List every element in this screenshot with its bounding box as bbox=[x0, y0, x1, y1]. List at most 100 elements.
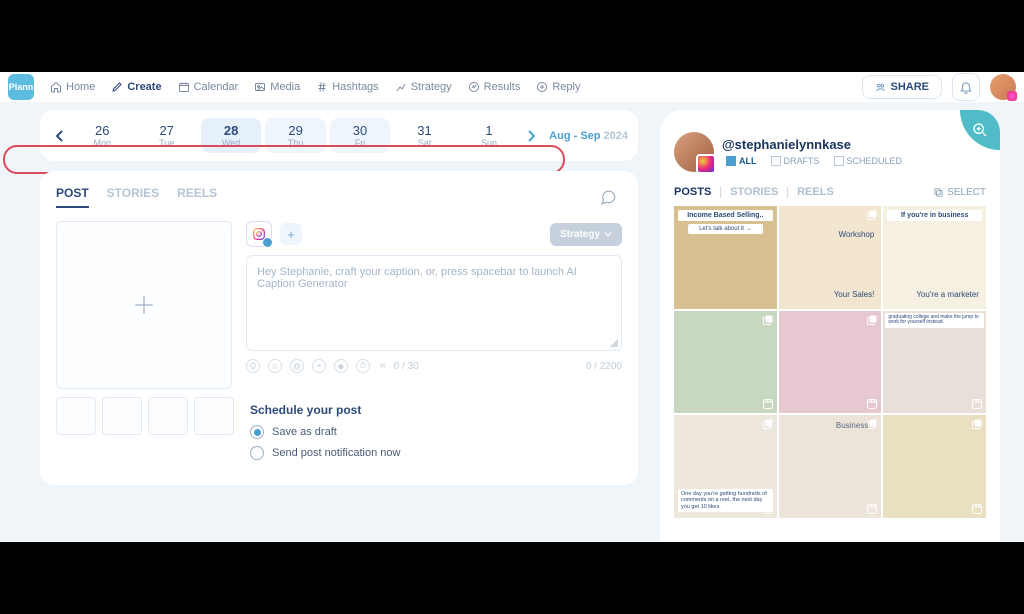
filter-all[interactable]: ALL bbox=[722, 154, 761, 168]
emoji-icon[interactable]: ☺ bbox=[268, 359, 282, 373]
schedule-title: Schedule your post bbox=[250, 403, 618, 417]
add-account-button[interactable]: + bbox=[280, 223, 302, 245]
feed-tab-stories[interactable]: STORIES bbox=[730, 186, 778, 198]
pencil-icon bbox=[111, 81, 123, 93]
thumb-slot[interactable] bbox=[56, 397, 96, 435]
lightbulb-icon[interactable] bbox=[246, 359, 260, 373]
feed-cell[interactable] bbox=[779, 311, 882, 414]
feed-cell[interactable]: One day you're getting hundreds of comme… bbox=[674, 415, 777, 518]
carousel-icon bbox=[971, 418, 983, 430]
feed-cell[interactable] bbox=[674, 311, 777, 414]
date-strip: 26Mon27Tue28Wed29Thu30Fri31Sat1Sun Aug -… bbox=[40, 110, 638, 161]
select-button[interactable]: SELECT bbox=[933, 187, 986, 198]
reel-icon bbox=[762, 398, 774, 410]
hashtag-icon: ⌗ bbox=[380, 361, 386, 372]
chart-icon bbox=[395, 81, 407, 93]
nav-item-home[interactable]: Home bbox=[42, 77, 103, 97]
date-cell[interactable]: 28Wed bbox=[201, 118, 261, 153]
reel-icon bbox=[866, 503, 878, 515]
nav-label: Results bbox=[484, 81, 521, 93]
nav-item-calendar[interactable]: Calendar bbox=[170, 77, 247, 97]
top-nav: Plann Home Create Calendar Media Hashtags Str… bbox=[0, 72, 1024, 102]
nav-item-hashtags[interactable]: Hashtags bbox=[308, 77, 386, 97]
face-icon[interactable]: ☻ bbox=[334, 359, 348, 373]
date-prev-button[interactable] bbox=[50, 120, 70, 152]
feed-cell[interactable]: Income Based Selling..Let's talk about i… bbox=[674, 206, 777, 309]
nav-label: Strategy bbox=[411, 81, 452, 93]
nav-item-strategy[interactable]: Strategy bbox=[387, 77, 460, 97]
feed-cell[interactable] bbox=[883, 415, 986, 518]
notifications-button[interactable] bbox=[952, 73, 980, 101]
share-button[interactable]: SHARE bbox=[862, 75, 942, 99]
reel-icon bbox=[971, 398, 983, 410]
home-icon bbox=[50, 81, 62, 93]
tab-post[interactable]: POST bbox=[56, 186, 89, 208]
calendar-icon bbox=[178, 81, 190, 93]
date-cell[interactable]: 26Mon bbox=[72, 118, 132, 153]
comments-button[interactable] bbox=[594, 183, 622, 211]
schedule-option[interactable]: Send post notification now bbox=[250, 446, 618, 460]
schedule-option-label: Send post notification now bbox=[272, 447, 400, 459]
tab-reels[interactable]: REELS bbox=[177, 186, 217, 208]
date-next-button[interactable] bbox=[521, 120, 541, 152]
date-cell[interactable]: 30Fri bbox=[330, 118, 390, 153]
copy-icon bbox=[933, 187, 944, 198]
filter-drafts[interactable]: DRAFTS bbox=[767, 154, 824, 168]
share-label: SHARE bbox=[890, 81, 929, 93]
clock-icon[interactable]: ⏱ bbox=[356, 359, 370, 373]
feed-tab-reels[interactable]: REELS bbox=[797, 186, 834, 198]
brand-logo: Plann bbox=[8, 74, 34, 100]
caption-placeholder: Hey Stephanie, craft your caption, or, p… bbox=[257, 266, 577, 290]
nav-label: Home bbox=[66, 81, 95, 93]
nav-label: Hashtags bbox=[332, 81, 378, 93]
caption-input[interactable]: Hey Stephanie, craft your caption, or, p… bbox=[246, 255, 622, 351]
feed-preview: @stephanielynnkase ALLDRAFTSSCHEDULED PO… bbox=[660, 110, 1000, 542]
carousel-icon bbox=[762, 314, 774, 326]
media-icon bbox=[254, 81, 266, 93]
month-label[interactable]: Aug - Sep2024 bbox=[549, 130, 628, 142]
thumb-slot[interactable] bbox=[102, 397, 142, 435]
nav-label: Create bbox=[127, 81, 161, 93]
thumb-slot[interactable] bbox=[194, 397, 234, 435]
nav-label: Reply bbox=[552, 81, 580, 93]
filter-scheduled[interactable]: SCHEDULED bbox=[830, 154, 907, 168]
feed-tab-posts[interactable]: POSTS bbox=[674, 186, 711, 198]
account-avatar[interactable] bbox=[990, 74, 1016, 100]
schedule-option[interactable]: Save as draft bbox=[250, 425, 618, 439]
instagram-account-chip[interactable] bbox=[246, 221, 272, 247]
chevron-down-icon bbox=[604, 230, 612, 238]
reel-icon bbox=[866, 398, 878, 410]
tab-stories[interactable]: STORIES bbox=[107, 186, 159, 208]
nav-label: Calendar bbox=[194, 81, 239, 93]
feed-cell[interactable]: WorkshopYour Sales! bbox=[779, 206, 882, 309]
feed-cell[interactable]: graduating college and make the jump to … bbox=[883, 311, 986, 414]
hashtag-counter: 0 / 30 bbox=[394, 361, 419, 372]
feed-cell[interactable]: If you're in businessYou're a marketer bbox=[883, 206, 986, 309]
feed-cell[interactable]: Business bbox=[779, 415, 882, 518]
mention-icon[interactable]: @ bbox=[290, 359, 304, 373]
nav-item-reply[interactable]: Reply bbox=[528, 77, 588, 97]
results-icon bbox=[468, 81, 480, 93]
nav-item-create[interactable]: Create bbox=[103, 77, 169, 97]
location-icon[interactable]: ⌖ bbox=[312, 359, 326, 373]
media-upload-box[interactable] bbox=[56, 221, 232, 389]
nav-item-results[interactable]: Results bbox=[460, 77, 529, 97]
checkbox-icon bbox=[834, 156, 844, 166]
date-cell[interactable]: 31Sat bbox=[394, 118, 454, 153]
date-cell[interactable]: 1Sun bbox=[459, 118, 519, 153]
strategy-dropdown[interactable]: Strategy bbox=[550, 223, 622, 246]
plus-icon bbox=[131, 292, 157, 318]
composer-card: POST STORIES REELS bbox=[40, 171, 638, 485]
reel-icon bbox=[971, 503, 983, 515]
thumb-slot[interactable] bbox=[148, 397, 188, 435]
caption-toolbar: ☺ @ ⌖ ☻ ⏱ ⌗ 0 / 30 0 / 2200 bbox=[246, 359, 622, 373]
date-cell[interactable]: 27Tue bbox=[136, 118, 196, 153]
profile-avatar bbox=[674, 132, 714, 172]
carousel-icon bbox=[866, 314, 878, 326]
share-icon bbox=[875, 82, 886, 93]
date-cell[interactable]: 29Thu bbox=[265, 118, 325, 153]
carousel-icon bbox=[866, 209, 878, 221]
reply-icon bbox=[536, 81, 548, 93]
nav-item-media[interactable]: Media bbox=[246, 77, 308, 97]
instagram-icon bbox=[252, 227, 266, 241]
